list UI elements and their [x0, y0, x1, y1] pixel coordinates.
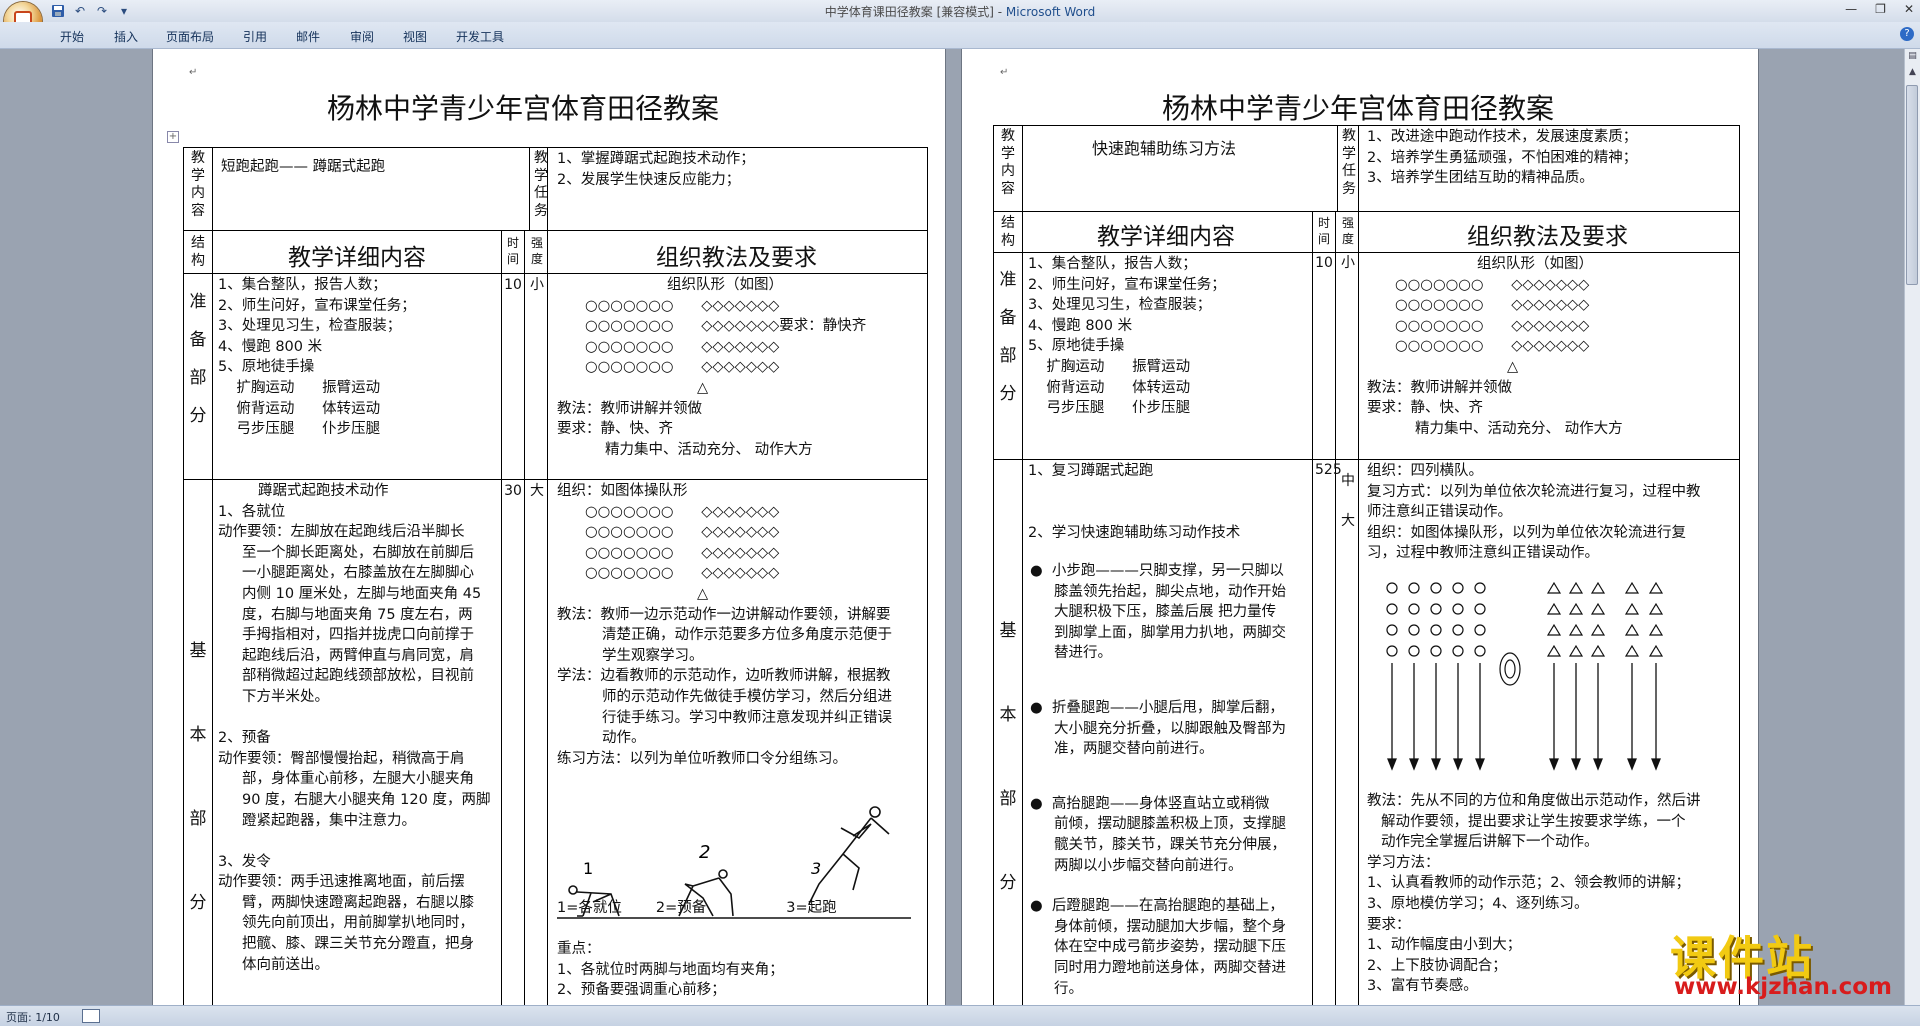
label-intensity: 强度: [530, 236, 543, 266]
title-bar: ↶ ↷ ▾ 中学体育课田径教案 [兼容模式] - Microsoft Word …: [0, 0, 1920, 23]
section-label-basic: 基本部分: [999, 621, 1017, 893]
label-teaching-content: 教学内容: [191, 150, 205, 219]
section-label-preparation: 准备部分: [189, 292, 207, 426]
crop-mark: ↵: [1000, 67, 1009, 78]
section1-items: 1、集合整队，报告人数； 2、师生问好，宣布课堂任务； 3、处理见习生，检查服装； 4…: [218, 277, 416, 438]
lesson-content: 快速跑辅助练习方法: [1092, 139, 1237, 158]
task-item: 2、发展学生快速反应能力；: [557, 171, 741, 188]
label-structure: 结构: [1001, 215, 1015, 249]
bullet-icon: ●: [1030, 563, 1043, 579]
tab-page-layout[interactable]: 页面布局: [166, 28, 214, 45]
figure-number: 1: [583, 859, 593, 878]
scroll-up-icon[interactable]: ▲: [1907, 67, 1918, 78]
section2-organization: 组织：四列横队。 复习方式：以列为单位依次轮流进行复习，过程中教 师注意纠正错误…: [1367, 463, 1701, 562]
tab-view[interactable]: 视图: [403, 28, 427, 45]
bullet-icon: ●: [1030, 699, 1043, 716]
label-teaching-content: 教学内容: [1001, 128, 1015, 197]
figure-caption: 1=各就位 2=预备 3=起跑: [557, 900, 837, 916]
header-detail: 教学详细内容: [1097, 224, 1235, 250]
list-item: ● 后蹬腿跑——在高抬腿跑的基础上， 身体前倾，摆动腿加大步幅，整个身 体在空中…: [1030, 898, 1286, 997]
label-structure: 结构: [191, 235, 205, 269]
bullet-icon: ●: [1030, 898, 1043, 915]
task-list: 1、改进途中跑动作技术，发展速度素质； 2、培养学生勇猛顽强，不怕困难的精神； …: [1367, 127, 1637, 189]
scroll-thumb[interactable]: [1906, 85, 1918, 285]
lesson-content: 短跑起跑—— 蹲踞式起跑: [221, 159, 386, 175]
document-area: ↵ 杨林中学青少年宫体育田径教案 + 教学内容 短跑起跑—— 蹲踞式起跑 教学任…: [0, 49, 1905, 1005]
task-list: 1、掌握蹲踞式起跑技术动作； 2、发展学生快速反应能力；: [557, 149, 755, 190]
list-item: ● 小步跑———只脚支撑，另一只脚以 膝盖领先抬起，脚尖点地，动作开始 大腿积极…: [1030, 563, 1286, 662]
tab-home[interactable]: 开始: [60, 28, 84, 45]
watermark-url: www.kjzhan.com: [1674, 974, 1892, 1000]
close-icon[interactable]: ✕: [1904, 2, 1914, 16]
window-title: 中学体育课田径教案 [兼容模式] - Microsoft Word: [824, 5, 1096, 19]
list-item: ● 折叠腿跑——小腿后甩，脚掌后翻， 大小腿充分折叠，以脚跟触及臀部为 准，两腿…: [1030, 699, 1286, 758]
minimize-icon[interactable]: —: [1845, 2, 1857, 16]
help-icon[interactable]: ?: [1900, 27, 1914, 41]
bullet-icon: ●: [1030, 795, 1043, 812]
section1-organization: 组织队形（如图） ○○○○○○○ ◇◇◇◇◇◇◇ ○○○○○○○ ◇◇◇◇◇◇◇…: [557, 277, 867, 458]
page-1: ↵ 杨林中学青少年宫体育田径教案 + 教学内容 短跑起跑—— 蹲踞式起跑 教学任…: [153, 49, 945, 1005]
section1-time: 10: [504, 277, 522, 293]
ruler-toggle-icon[interactable]: ▤: [1907, 51, 1918, 62]
vertical-scrollbar[interactable]: ▤ ▲: [1904, 49, 1920, 1005]
label-intensity: 强度: [1341, 216, 1354, 246]
section2-items: 1、复习蹲踞式起跑 2、学习快速跑辅助练习动作技术: [1028, 463, 1241, 541]
label-time: 时间: [506, 236, 519, 266]
section2-intensity: 大: [530, 483, 544, 499]
header-organization: 组织教法及要求: [1467, 224, 1628, 250]
section2-time: 525: [1315, 462, 1342, 478]
section1-time: 10: [1315, 255, 1333, 271]
figure-number: 2: [699, 842, 710, 863]
task-item: 3、培养学生团结互助的精神品质。: [1367, 170, 1594, 187]
label-teaching-task: 教学任务: [1342, 128, 1356, 197]
section1-intensity: 小: [530, 277, 544, 293]
task-item: 2、培养学生勇猛顽强，不怕困难的精神；: [1367, 149, 1638, 166]
key-points: 重点： 1、各就位时两脚与地面均有夹角； 2、预备要强调重心前移；: [557, 941, 784, 999]
label-time: 时间: [1317, 216, 1330, 246]
tab-developer[interactable]: 开发工具: [456, 28, 504, 45]
tab-references[interactable]: 引用: [243, 28, 267, 45]
task-item: 1、改进途中跑动作技术，发展速度素质；: [1367, 129, 1638, 145]
header-detail: 教学详细内容: [288, 245, 426, 271]
section2-items: 蹲踞式起跑技术动作 1、各就位 动作要领：左脚放在起跑线后沿半脚长 至一个脚长距…: [218, 483, 491, 973]
watermark: 课件站 www.kjzhan.com: [1670, 922, 1910, 1002]
drill-list: ● 小步跑———只脚支撑，另一只脚以 膝盖领先抬起，脚尖点地，动作开始 大腿积极…: [1030, 561, 1310, 999]
task-item: 1、掌握蹲踞式起跑技术动作；: [557, 151, 755, 167]
figure-number: 3: [811, 859, 821, 878]
tab-insert[interactable]: 插入: [114, 28, 138, 45]
label-teaching-task: 教学任务: [534, 150, 548, 219]
page-count[interactable]: 页面: 1/10: [6, 1009, 60, 1025]
section1-items: 1、集合整队，报告人数； 2、师生问好，宣布课堂任务； 3、处理见习生，检查服装； 4…: [1028, 256, 1226, 417]
formation-diagram: [1386, 581, 1664, 771]
maximize-icon[interactable]: ❐: [1875, 2, 1886, 16]
list-item: ● 高抬腿跑——身体竖直站立或稍微 前倾，摆动腿膝盖积极上顶，支撑腿 髋关节，膝…: [1030, 795, 1286, 874]
page-title: 杨林中学青少年宫体育田径教案: [327, 92, 720, 125]
section2-time: 30: [504, 483, 522, 499]
page-2: ↵ 杨林中学青少年宫体育田径教案 教学内容 快速跑辅助练习方法 教学任务 1、改…: [962, 49, 1758, 1005]
section1-intensity: 小: [1341, 255, 1355, 271]
proofing-icon[interactable]: [82, 1009, 100, 1023]
window-controls: — ❐ ✕: [1845, 2, 1914, 16]
status-bar: 页面: 1/10: [0, 1005, 1920, 1026]
table-move-handle-icon[interactable]: +: [167, 131, 179, 143]
section2-organization: 组织：如图体操队形 ○○○○○○○ ◇◇◇◇◇◇◇ ○○○○○○○ ◇◇◇◇◇◇…: [557, 483, 892, 767]
ribbon-tabs: 开始 插入 页面布局 引用 邮件 审阅 视图 开发工具 ?: [0, 22, 1920, 49]
tab-mailings[interactable]: 邮件: [296, 28, 320, 45]
section2-intensity: 中大: [1341, 473, 1355, 529]
section-label-preparation: 准备部分: [999, 270, 1017, 404]
section-label-basic: 基本部分: [189, 641, 207, 913]
tab-review[interactable]: 审阅: [350, 28, 374, 45]
section1-organization: 组织队形（如图） ○○○○○○○ ◇◇◇◇◇◇◇ ○○○○○○○ ◇◇◇◇◇◇◇…: [1367, 256, 1623, 437]
crop-mark: ↵: [189, 67, 198, 78]
header-organization: 组织教法及要求: [656, 245, 817, 271]
page-title: 杨林中学青少年宫体育田径教案: [1162, 92, 1555, 125]
